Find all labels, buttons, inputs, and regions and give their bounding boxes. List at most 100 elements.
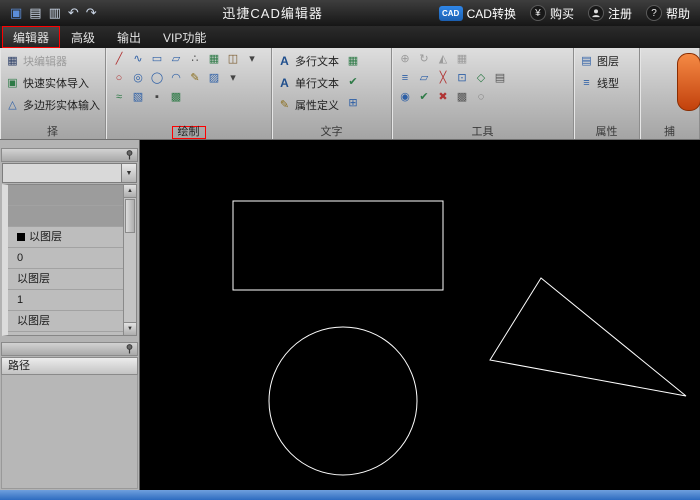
triangle-shape[interactable] <box>490 278 686 396</box>
table-row[interactable]: 以图层 <box>8 269 136 290</box>
scroll-down-icon[interactable]: ▼ <box>124 322 136 335</box>
quick-entity-import-icon: ▣ <box>5 76 20 91</box>
quick-entity-import-button[interactable]: ▣ 快速实体导入 <box>4 73 101 93</box>
check-icon[interactable]: ✔ <box>415 89 433 106</box>
block-icon[interactable]: ◫ <box>224 51 242 68</box>
help-button[interactable]: ? 帮助 <box>646 5 690 22</box>
attribute-define-button[interactable]: ✎ 属性定义 <box>276 95 340 115</box>
mirror-icon[interactable]: ◭ <box>434 51 452 68</box>
cad-convert-label: CAD转换 <box>467 5 516 22</box>
image-icon[interactable]: ▩ <box>167 89 185 106</box>
chevron-down-icon[interactable]: ▼ <box>121 164 136 182</box>
polygon-icon[interactable]: ▱ <box>167 51 185 68</box>
layer-label: 图层 <box>597 53 619 69</box>
save-icon[interactable]: ▤ <box>29 5 41 21</box>
path-panel-body[interactable] <box>1 375 138 489</box>
array-icon[interactable]: ▦ <box>453 51 471 68</box>
question-icon: ? <box>646 5 662 21</box>
tab-vip[interactable]: VIP功能 <box>152 26 217 48</box>
linetype-button[interactable]: ≡ 线型 <box>578 73 635 93</box>
hatch-lines-icon[interactable]: ▨ <box>205 70 223 87</box>
rectangle-icon[interactable]: ▭ <box>148 51 166 68</box>
linetype-label: 线型 <box>597 75 619 91</box>
delete-icon[interactable]: ✖ <box>434 89 452 106</box>
multiline-text-label: 多行文本 <box>295 53 339 69</box>
print-icon[interactable]: ▥ <box>49 5 61 21</box>
cad-convert-button[interactable]: CAD CAD转换 <box>439 5 516 22</box>
title-area: 迅捷CAD编辑器 <box>107 3 439 23</box>
yen-icon: ¥ <box>530 5 546 21</box>
property-filter-dropdown[interactable]: ▼ <box>2 163 137 183</box>
offset-icon[interactable]: ≡ <box>396 70 414 87</box>
redo-icon[interactable]: ↷ <box>86 5 97 21</box>
table-row[interactable]: 以图层 <box>8 227 136 248</box>
register-button[interactable]: 注册 <box>588 5 632 22</box>
table-icon[interactable]: ▦ <box>344 53 362 70</box>
settings-icon[interactable]: ◌ <box>472 89 490 106</box>
scroll-up-icon[interactable]: ▲ <box>124 185 136 198</box>
app-icon[interactable]: ▣ <box>10 5 22 21</box>
table-row[interactable]: 以图层 <box>8 311 136 332</box>
rotate-icon[interactable]: ↻ <box>415 51 433 68</box>
select-icon[interactable]: ◉ <box>396 89 414 106</box>
ribbon-group-text: A 多行文本 A 单行文本 ✎ 属性定义 ▦✔⊞ 文字 <box>272 48 392 139</box>
grid-icon[interactable]: ▩ <box>453 89 471 106</box>
properties-panel: ▼ 以图层 0 以图层 1 以图层 ▲ ▼ <box>0 140 140 490</box>
singleline-text-button[interactable]: A 单行文本 <box>276 73 340 93</box>
sketch-icon[interactable]: ✎ <box>186 70 204 87</box>
scale-icon[interactable]: ◇ <box>472 70 490 87</box>
table-icon[interactable]: ▦ <box>205 51 223 68</box>
hatch-icon[interactable]: ▧ <box>129 89 147 106</box>
attribute-define-label: 属性定义 <box>295 97 339 113</box>
ribbon-group-properties: ▤ 图层 ≡ 线型 属性 <box>574 48 640 139</box>
tab-advanced[interactable]: 高级 <box>60 26 106 48</box>
scrollbar-thumb[interactable] <box>125 199 135 233</box>
stretch-icon[interactable]: ▱ <box>415 70 433 87</box>
check-icon[interactable]: ✔ <box>344 74 362 91</box>
undo-icon[interactable]: ↶ <box>68 5 79 21</box>
circle-shape[interactable] <box>269 327 417 475</box>
snap-tool-icon[interactable] <box>677 53 700 111</box>
ellipse-icon[interactable]: ◯ <box>148 70 166 87</box>
layer-button[interactable]: ▤ 图层 <box>578 51 635 71</box>
polygon-entity-input-icon: △ <box>5 98 20 113</box>
arc-icon[interactable]: ◠ <box>167 70 185 87</box>
revision-cloud-icon[interactable]: ≈ <box>110 89 128 106</box>
polygon-entity-input-button[interactable]: △ 多边形实体输入 <box>4 95 101 115</box>
tab-editor[interactable]: 编辑器 <box>2 26 60 48</box>
register-label: 注册 <box>608 5 632 22</box>
circle-icon[interactable]: ○ <box>110 70 128 87</box>
title-bar: ▣ ▤ ▥ ↶ ↷ 迅捷CAD编辑器 CAD CAD转换 ¥ 购买 注册 ? 帮… <box>0 0 700 26</box>
spline-icon[interactable]: ∿ <box>129 51 147 68</box>
ribbon: ▦ 块编辑器 ▣ 快速实体导入 △ 多边形实体输入 择 ╱∿▭▱∴▦◫▾ ○◎◯… <box>0 48 700 140</box>
block-editor-button[interactable]: ▦ 块编辑器 <box>4 51 101 71</box>
group-label-draw: 绘制 <box>106 126 271 139</box>
table-row[interactable]: 0 <box>8 248 136 269</box>
status-bar <box>0 490 700 500</box>
table-row[interactable]: 1 <box>8 290 136 311</box>
field-icon[interactable]: ⊞ <box>344 95 362 112</box>
point-style-icon[interactable]: ▪ <box>148 89 166 106</box>
table-row[interactable] <box>8 185 136 206</box>
table-row[interactable] <box>8 206 136 227</box>
chevron-down-icon[interactable]: ▾ <box>224 70 242 87</box>
tab-output[interactable]: 输出 <box>106 26 152 48</box>
pin-icon[interactable] <box>125 344 134 354</box>
extend-icon[interactable]: ⊡ <box>453 70 471 87</box>
multiline-text-button[interactable]: A 多行文本 <box>276 51 340 71</box>
window-title: 迅捷CAD编辑器 <box>222 6 322 21</box>
buy-button[interactable]: ¥ 购买 <box>530 5 574 22</box>
chevron-down-icon[interactable]: ▾ <box>243 51 261 68</box>
path-panel-title: 路径 <box>1 357 138 375</box>
line-icon[interactable]: ╱ <box>110 51 128 68</box>
scrollbar[interactable]: ▲ ▼ <box>123 185 136 335</box>
donut-icon[interactable]: ◎ <box>129 70 147 87</box>
drawing-canvas[interactable] <box>140 140 700 490</box>
list-icon[interactable]: ▤ <box>491 70 509 87</box>
group-label-snap: 捕 <box>640 126 699 139</box>
rectangle-shape[interactable] <box>233 201 443 290</box>
point-icon[interactable]: ∴ <box>186 51 204 68</box>
pin-icon[interactable] <box>125 150 134 160</box>
move-icon[interactable]: ⊕ <box>396 51 414 68</box>
trim-icon[interactable]: ╳ <box>434 70 452 87</box>
